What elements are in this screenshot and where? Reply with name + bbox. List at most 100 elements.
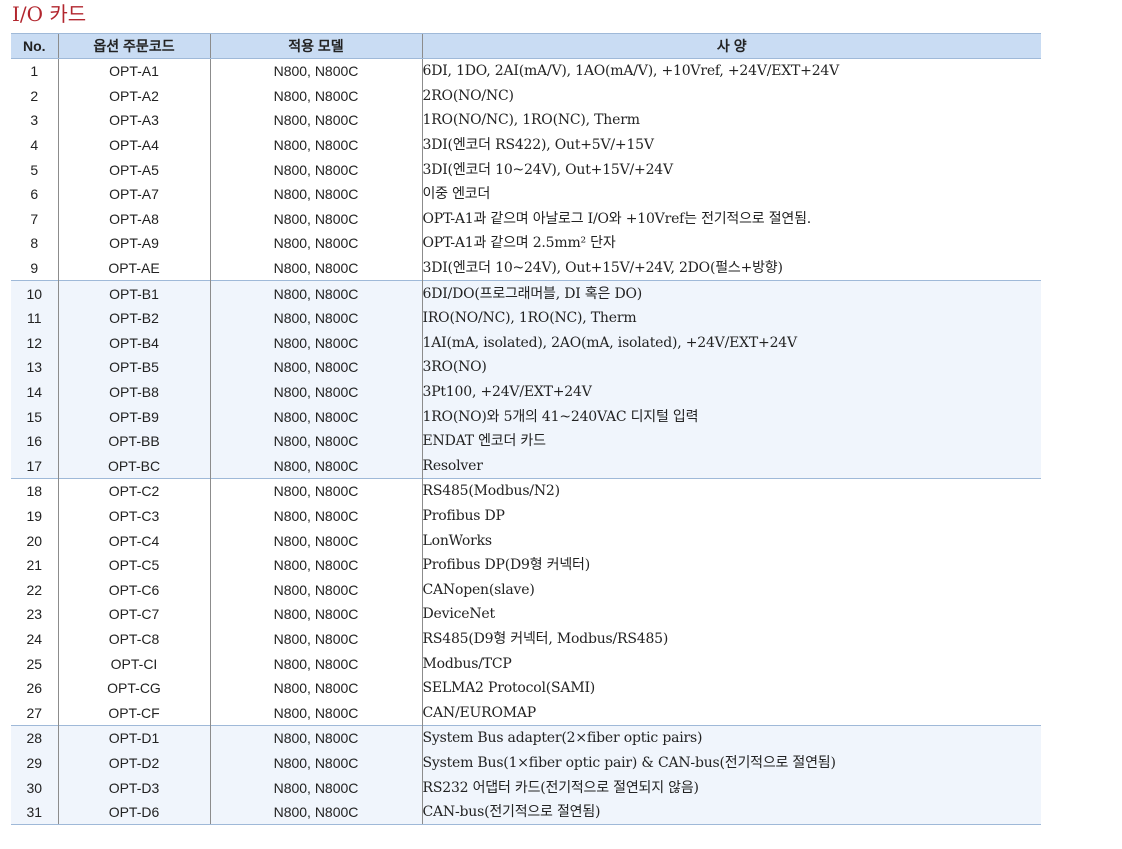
cell-no: 8	[30, 235, 39, 252]
table-row: 17 OPT-BC N800, N800C Resolver	[11, 453, 1041, 479]
table-row: 27 OPT-CF N800, N800C CAN/EUROMAP	[11, 700, 1041, 726]
cell-spec: LonWorks	[421, 528, 1041, 553]
cell-option-code: OPT-A7	[57, 181, 210, 207]
cell-spec: RS232 어댑터 카드(전기적으로 절연되지 않음)	[421, 775, 1041, 800]
cell-no: 30	[11, 775, 58, 800]
cell-option-code: OPT-C7	[57, 602, 210, 627]
cell-model: N800, N800C	[209, 132, 422, 158]
table-row: 5 OPT-A5 N800, N800C 3DI(엔코더 10~24V), Out+1…	[11, 157, 1041, 182]
cell-model: N800, N800C	[209, 503, 422, 529]
cell-model: N800, N800C	[209, 58, 422, 84]
table-row: 8 OPT-A9 N800, N800C OPT-A1과 같으며 2.5mm² 단자	[11, 231, 1041, 256]
cell-model: N800, N800C	[209, 428, 422, 454]
cell-model: N800, N800C	[209, 799, 422, 826]
cell-option-code: OPT-B1	[57, 280, 210, 306]
cell-model: N800, N800C	[209, 626, 422, 652]
cell-model: N800, N800C	[209, 577, 422, 603]
cell-spec: CAN-bus(전기적으로 절연됨)	[421, 799, 1041, 826]
cell-model: N800, N800C	[209, 206, 422, 232]
cell-option-code: OPT-B8	[57, 379, 210, 405]
cell-option-code: OPT-D1	[57, 725, 210, 751]
cell-spec: 1AI(mA, isolated), 2AO(mA, isolated), +2…	[421, 330, 1041, 356]
io-card-table: No. 옵션 주문코드 적용 모델 사 양 1 OPT-A1 N800, N800C…	[11, 33, 1041, 826]
cell-spec: CANopen(slave)	[421, 577, 1041, 603]
cell-option-code: OPT-A2	[57, 83, 210, 109]
cell-option-code: OPT-C6	[57, 577, 210, 603]
cell-no: 31	[11, 799, 58, 826]
cell-option-code: OPT-C5	[57, 552, 210, 578]
cell-model: N800, N800C	[209, 675, 422, 701]
table-row: 25 OPT-CI N800, N800C Modbus/TCP	[11, 651, 1041, 676]
cell-model: N800, N800C	[209, 775, 422, 800]
cell-spec: SELMA2 Protocol(SAMI)	[421, 675, 1041, 701]
table-row: 28 OPT-D1 N800, N800C System Bus adapter(2×…	[11, 725, 1041, 751]
cell-spec: IRO(NO/NC), 1RO(NC), Therm	[421, 305, 1041, 331]
cell-option-code: OPT-A5	[57, 157, 210, 182]
cell-model: N800, N800C	[209, 651, 422, 676]
cell-option-code: OPT-D2	[57, 750, 210, 776]
header-model: 적용 모델	[209, 33, 422, 59]
cell-option-code: OPT-CG	[57, 675, 210, 701]
cell-model: N800, N800C	[209, 750, 422, 776]
cell-option-code: OPT-AE	[57, 255, 210, 281]
cell-model: N800, N800C	[209, 725, 422, 751]
cell-no: 22	[26, 581, 43, 598]
cell-spec: 3DI(엔코더 RS422), Out+5V/+15V	[421, 132, 1041, 158]
table-row: 6 OPT-A7 N800, N800C 이중 엔코더	[11, 181, 1041, 207]
cell-option-code: OPT-BC	[57, 453, 210, 479]
cell-option-code: OPT-B9	[57, 404, 210, 429]
cell-model: N800, N800C	[209, 231, 422, 256]
cell-option-code: OPT-B2	[57, 305, 210, 331]
cell-no: 5	[30, 161, 39, 178]
table-row: 19 OPT-C3 N800, N800C Profibus DP	[11, 503, 1041, 529]
cell-option-code: OPT-C4	[57, 528, 210, 553]
table-row: 14 OPT-B8 N800, N800C 3Pt100, +24V/EXT+24V	[11, 379, 1041, 405]
table-row: 3 OPT-A3 N800, N800C 1RO(NO/NC), 1RO(NC), T…	[11, 108, 1041, 133]
header-spec: 사 양	[421, 33, 1041, 59]
cell-no: 2	[30, 87, 39, 104]
cell-spec: System Bus adapter(2×fiber optic pairs)	[421, 725, 1041, 751]
cell-spec: ENDAT 엔코더 카드	[421, 428, 1041, 454]
cell-model: N800, N800C	[209, 453, 422, 479]
cell-spec: Resolver	[421, 453, 1041, 479]
cell-no: 18	[11, 478, 58, 504]
cell-spec: 6DI/DO(프로그래머블, DI 혹은 DO)	[421, 280, 1041, 306]
cell-option-code: OPT-A1	[57, 58, 210, 84]
header-option-code: 옵션 주문코드	[57, 33, 210, 59]
cell-no: 27	[26, 704, 43, 721]
table-row: 12 OPT-B4 N800, N800C 1AI(mA, isolated), 2A…	[11, 330, 1041, 356]
cell-option-code: OPT-D6	[57, 799, 210, 826]
cell-spec: 1RO(NO)와 5개의 41~240VAC 디지털 입력	[421, 404, 1041, 429]
cell-option-code: OPT-CF	[57, 700, 210, 726]
cell-spec: 3DI(엔코더 10~24V), Out+15V/+24V, 2DO(펄스+방향…	[421, 255, 1041, 281]
page-title: I/O 카드	[12, 2, 87, 26]
table-row: 10 OPT-B1 N800, N800C 6DI/DO(프로그래머블, DI 혹은 …	[11, 280, 1041, 306]
cell-spec: OPT-A1과 같으며 아날로그 I/O와 +10Vref는 전기적으로 절연됨…	[421, 206, 1041, 232]
table-row: 7 OPT-A8 N800, N800C OPT-A1과 같으며 아날로그 I/O와 …	[11, 206, 1041, 232]
cell-spec: 이중 엔코더	[421, 181, 1041, 207]
table-row: 16 OPT-BB N800, N800C ENDAT 엔코더 카드	[11, 428, 1041, 454]
cell-spec: RS485(Modbus/N2)	[421, 478, 1041, 504]
cell-spec: DeviceNet	[421, 602, 1041, 627]
cell-model: N800, N800C	[209, 83, 422, 109]
cell-no: 23	[26, 606, 43, 623]
cell-no: 19	[26, 507, 43, 524]
cell-model: N800, N800C	[209, 280, 422, 306]
cell-no: 3	[30, 112, 39, 129]
cell-no: 9	[30, 260, 39, 277]
cell-model: N800, N800C	[209, 404, 422, 429]
cell-no: 20	[26, 532, 43, 549]
table-row: 22 OPT-C6 N800, N800C CANopen(slave)	[11, 577, 1041, 603]
table-row: 1 OPT-A1 N800, N800C 6DI, 1DO, 2AI(mA/V), 1…	[11, 58, 1041, 84]
cell-option-code: OPT-C8	[57, 626, 210, 652]
cell-model: N800, N800C	[209, 355, 422, 380]
cell-option-code: OPT-A3	[57, 108, 210, 133]
cell-spec: Profibus DP	[421, 503, 1041, 529]
cell-model: N800, N800C	[209, 255, 422, 281]
table-row: 23 OPT-C7 N800, N800C DeviceNet	[11, 602, 1041, 627]
cell-option-code: OPT-B5	[57, 355, 210, 380]
table-row: 2 OPT-A2 N800, N800C 2RO(NO/NC)	[11, 83, 1041, 109]
cell-no: 1	[30, 63, 39, 80]
table-row: 26 OPT-CG N800, N800C SELMA2 Protocol(SAMI)	[11, 675, 1041, 701]
table-row: 4 OPT-A4 N800, N800C 3DI(엔코더 RS422), Out+5V…	[11, 132, 1041, 158]
